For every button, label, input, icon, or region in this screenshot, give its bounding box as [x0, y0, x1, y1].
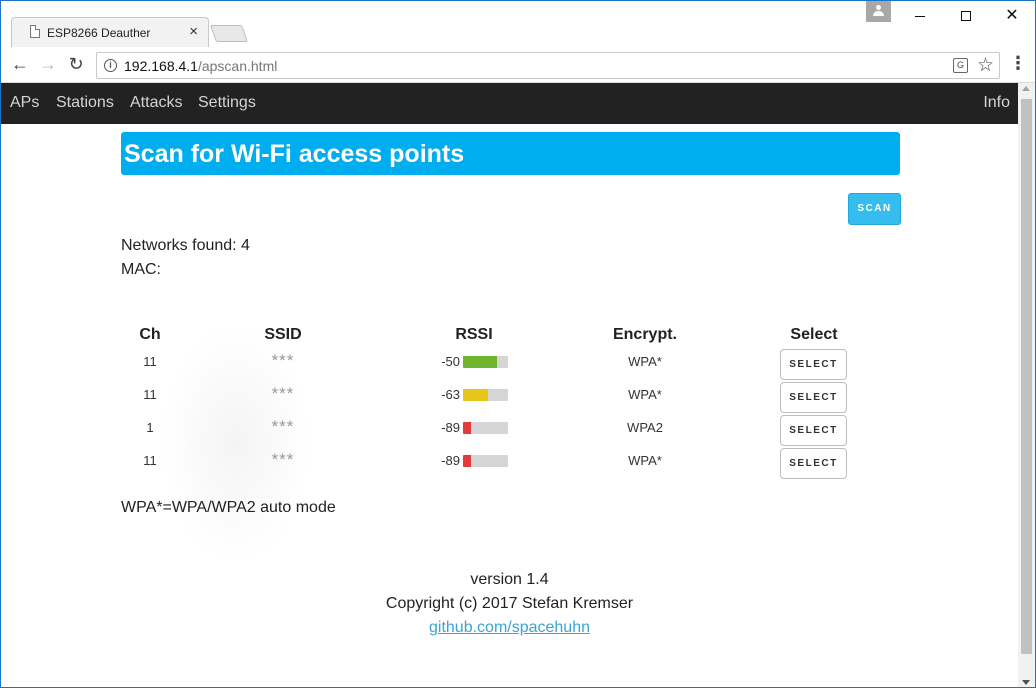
rssi-cell: -89	[441, 453, 460, 468]
signal-bar-fill	[463, 356, 497, 368]
github-link[interactable]: github.com/spacehuhn	[1, 619, 1018, 637]
select-button[interactable]: SELECT	[780, 448, 847, 479]
column-header-encrypt: Encrypt.	[612, 326, 677, 343]
reload-icon[interactable]: ↻	[65, 53, 87, 75]
ssid-cell: ***	[271, 351, 295, 370]
version-text: version 1.4	[470, 571, 549, 588]
ssid-cell: ***	[271, 417, 295, 436]
signal-bar	[463, 356, 508, 368]
site-navbar: APs Stations Attacks Settings Info	[1, 83, 1018, 124]
address-bar[interactable]: i 192.168.4.1/apscan.html G ☆	[96, 52, 1000, 79]
channel-cell: 1	[146, 420, 154, 435]
vertical-scrollbar[interactable]	[1018, 83, 1035, 687]
scroll-down-icon[interactable]	[1022, 680, 1030, 685]
ssid-cell: ***	[271, 384, 295, 403]
column-header-ch: Ch	[139, 326, 161, 343]
nav-settings[interactable]: Settings	[198, 94, 256, 112]
url-text[interactable]: 192.168.4.1/apscan.html	[124, 58, 277, 74]
select-button[interactable]: SELECT	[780, 382, 847, 413]
menu-icon[interactable]: ⋮	[1009, 53, 1027, 74]
user-icon[interactable]	[866, 1, 891, 22]
encryption-cell: WPA*	[628, 387, 662, 402]
forward-arrow-icon[interactable]: →	[37, 53, 59, 75]
browser-tab[interactable]: ESP8266 Deauther ×	[11, 17, 209, 47]
star-icon[interactable]: ☆	[977, 54, 994, 77]
encryption-cell: WPA*	[628, 354, 662, 369]
url-path: /apscan.html	[197, 58, 278, 74]
window-close-icon[interactable]: ✕	[989, 3, 1035, 29]
browser-window: ESP8266 Deauther × ✕ ← → ↻ i 192.168.4.1…	[0, 0, 1036, 688]
signal-bar	[463, 455, 508, 467]
signal-bar	[463, 422, 508, 434]
column-header-select: Select	[790, 326, 838, 343]
browser-toolbar: ← → ↻ i 192.168.4.1/apscan.html G ☆ ⋮	[1, 47, 1035, 83]
signal-bar-fill	[463, 422, 472, 434]
channel-cell: 11	[143, 453, 157, 468]
signal-bar-fill	[463, 389, 488, 401]
page-title: Scan for Wi-Fi access points	[124, 140, 465, 168]
title-banner: Scan for Wi-Fi access points	[121, 132, 900, 175]
nav-attacks[interactable]: Attacks	[130, 94, 182, 112]
signal-bar	[463, 389, 508, 401]
page-viewport: APs Stations Attacks Settings Info Scan …	[1, 83, 1018, 687]
minimize-icon[interactable]	[896, 3, 942, 29]
encryption-note: WPA*=WPA/WPA2 auto mode	[121, 499, 336, 516]
scan-button[interactable]: SCAN	[848, 193, 901, 225]
nav-aps[interactable]: APs	[10, 94, 39, 112]
document-icon	[30, 25, 40, 38]
nav-stations[interactable]: Stations	[56, 94, 114, 112]
scroll-up-icon[interactable]	[1022, 86, 1030, 91]
new-tab-button[interactable]	[209, 25, 249, 42]
table-row: 11 *** -63 WPA* SELECT	[1, 382, 1018, 415]
info-icon[interactable]: i	[104, 59, 117, 72]
select-button[interactable]: SELECT	[780, 415, 847, 446]
networks-found: Networks found: 4	[121, 237, 250, 254]
table-row: 11 *** -89 WPA* SELECT	[1, 448, 1018, 481]
mac-label: MAC:	[121, 261, 161, 278]
maximize-icon[interactable]	[943, 3, 989, 29]
translate-icon[interactable]: G	[953, 58, 968, 73]
rssi-cell: -50	[441, 354, 460, 369]
channel-cell: 11	[143, 354, 157, 369]
table-row: 11 *** -50 WPA* SELECT	[1, 349, 1018, 382]
ssid-cell: ***	[271, 450, 295, 469]
column-header-rssi: RSSI	[455, 326, 493, 343]
tab-strip: ESP8266 Deauther × ✕	[1, 1, 1035, 47]
column-header-ssid: SSID	[264, 326, 302, 343]
encryption-cell: WPA2	[627, 420, 663, 435]
select-button[interactable]: SELECT	[780, 349, 847, 380]
scroll-thumb[interactable]	[1021, 99, 1032, 654]
encryption-cell: WPA*	[628, 453, 662, 468]
url-host: 192.168.4.1	[124, 58, 198, 74]
table-row: 1 *** -89 WPA2 SELECT	[1, 415, 1018, 448]
close-icon[interactable]: ×	[189, 23, 198, 40]
channel-cell: 11	[143, 387, 157, 402]
back-arrow-icon[interactable]: ←	[9, 53, 31, 75]
nav-info[interactable]: Info	[983, 94, 1010, 112]
tab-title: ESP8266 Deauther	[47, 26, 151, 40]
signal-bar-fill	[463, 455, 472, 467]
copyright-text: Copyright (c) 2017 Stefan Kremser	[385, 595, 634, 612]
rssi-cell: -89	[441, 420, 460, 435]
rssi-cell: -63	[441, 387, 460, 402]
